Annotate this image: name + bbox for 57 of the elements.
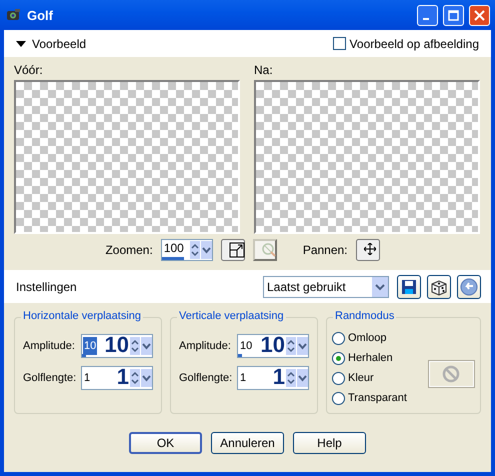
annotation-number: 10 [104, 332, 129, 358]
number-field[interactable]: 10 10 [237, 334, 309, 358]
fit-window-icon [228, 242, 245, 258]
number-field[interactable]: 1 1 [81, 366, 153, 390]
radio-option[interactable]: Transparant [332, 390, 407, 406]
group-title: Horizontale verplaatsing [21, 310, 144, 322]
radio-option[interactable]: Kleur [332, 370, 407, 386]
close-icon [474, 10, 485, 20]
minimize-icon [422, 18, 428, 20]
collapse-arrow-icon[interactable] [16, 40, 26, 46]
number-field[interactable]: 1 1 [237, 366, 309, 390]
radio-option[interactable]: Herhalen [332, 350, 407, 366]
zoom-label: Zoomen: [105, 243, 153, 257]
close-button[interactable] [469, 4, 490, 26]
dialog-button[interactable]: Annuleren [211, 432, 284, 454]
radio-option[interactable]: Omloop [332, 330, 407, 346]
number-field[interactable]: 10 10 [81, 334, 153, 358]
settings-label: Instellingen [16, 280, 77, 294]
section-label: Voorbeeld [32, 36, 86, 50]
annotation-number: 1 [272, 364, 285, 390]
group-title: Randmodus [333, 310, 396, 322]
minimize-button[interactable] [417, 4, 438, 26]
dialog-button[interactable]: OK [129, 432, 202, 454]
window-title: Golf [27, 8, 54, 22]
reset-button[interactable] [457, 274, 481, 298]
spin-dropdown-icon[interactable] [190, 240, 212, 260]
field-label: Amplitude: [179, 340, 231, 352]
annotation-number: 1 [116, 364, 129, 390]
app-icon [6, 7, 22, 23]
zoom-field[interactable]: 100 [160, 239, 213, 261]
fit-window-button[interactable] [220, 239, 245, 261]
disabled-color-swatch [428, 361, 474, 387]
spin-dropdown-icon[interactable] [130, 337, 152, 358]
group-title: Verticale verplaatsing [177, 310, 286, 322]
zoom-tool-button[interactable] [252, 239, 277, 261]
preset-dropdown[interactable]: Laatst gebruikt [263, 276, 389, 298]
field-label: Golflengte: [23, 372, 76, 384]
maximize-icon [448, 10, 459, 20]
maximize-button[interactable] [443, 4, 464, 26]
field-label: Amplitude: [23, 340, 75, 352]
spin-dropdown-icon[interactable] [286, 337, 308, 358]
pan-button[interactable] [356, 239, 380, 261]
preview-on-image-checkbox[interactable]: Voorbeeld op afbeelding [332, 36, 479, 50]
before-label: Vóór: [14, 63, 44, 77]
spin-dropdown-icon[interactable] [130, 369, 152, 390]
move-icon [364, 242, 376, 254]
magnifier-icon [260, 242, 277, 258]
annotation-number: 10 [260, 332, 285, 358]
field-label: Golflengte: [179, 372, 232, 384]
randomize-button[interactable] [427, 274, 451, 298]
spin-dropdown-icon[interactable] [286, 369, 308, 390]
dice-icon [430, 278, 448, 296]
after-label: Na: [254, 63, 274, 77]
pan-label: Pannen: [302, 243, 348, 257]
caret-icon[interactable] [372, 276, 388, 296]
save-button[interactable] [397, 274, 421, 298]
dialog-button[interactable]: Help [293, 432, 366, 454]
